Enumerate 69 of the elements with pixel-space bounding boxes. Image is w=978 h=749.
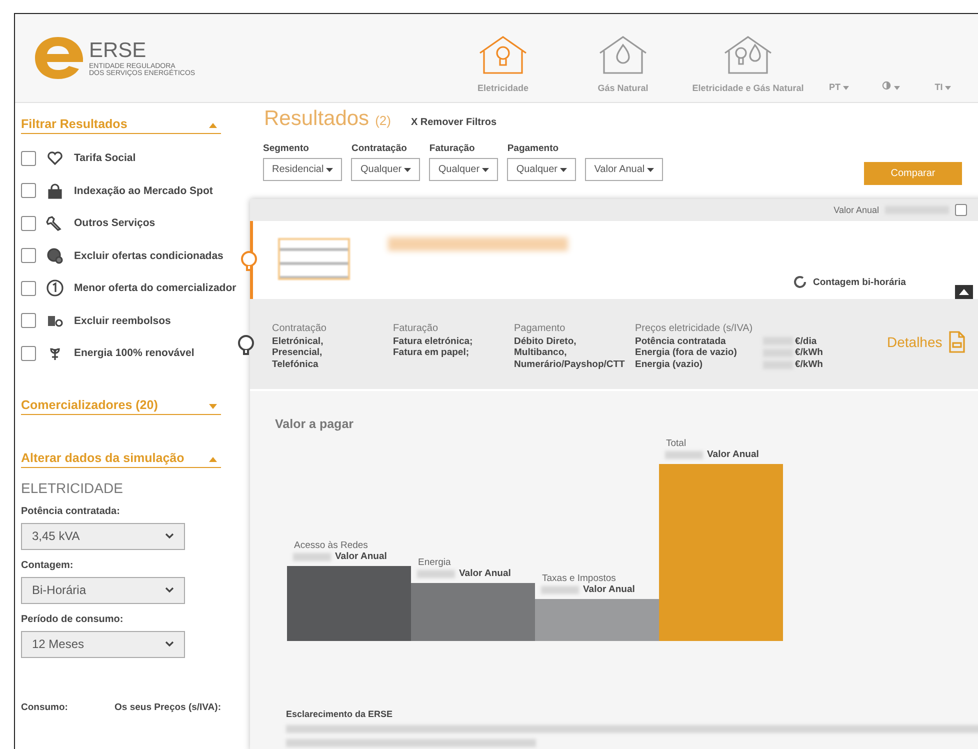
bar-value-label: Valor Anual: [583, 584, 635, 595]
field-label: Período de consumo:: [21, 614, 124, 624]
dropdown-label: Faturação: [429, 143, 476, 154]
detail-value: Numerário/Payshop/CTT: [514, 359, 626, 372]
menu-dropdown[interactable]: PT: [813, 82, 865, 93]
price-label: Potência contratada: [635, 336, 727, 348]
field-label: Os seus Preços (s/IVA):: [114, 702, 221, 712]
menu-dropdown[interactable]: TI: [917, 82, 969, 93]
select-field[interactable]: Bi-Horária: [21, 576, 185, 604]
filter-label: Outros Serviços: [74, 217, 156, 230]
detail-heading: Preços eletricidade (s/IVA): [635, 323, 754, 336]
detail-value: Presencial,: [272, 347, 324, 360]
note-title: Esclarecimento da ERSE: [286, 709, 394, 719]
section-header[interactable]: Alterar dados da simulação: [21, 450, 184, 464]
detail-value: Débito Direto,: [514, 336, 578, 348]
price-unit: €/kWh: [795, 359, 823, 372]
bar-label: Energia: [417, 557, 452, 568]
dropdown-label: Contratação: [351, 143, 408, 154]
dropdown-label: Segmento: [263, 143, 310, 154]
detail-heading: Pagamento: [514, 323, 566, 336]
filter-label: Menor oferta do comercializador: [74, 282, 236, 294]
dropdown[interactable]: Qualquer: [507, 158, 576, 181]
field-label: Potência contratada:: [21, 506, 121, 516]
remove-filters-link[interactable]: X Remover Filtros: [410, 117, 497, 128]
results-title: Resultados: [264, 107, 370, 131]
price-unit: €/dia: [795, 336, 817, 348]
detail-value: Telefónica: [272, 359, 320, 372]
dropdown[interactable]: Residencial: [263, 158, 342, 181]
filter-label: Excluir reembolsos: [74, 314, 171, 327]
bar-label: Taxas e Impostos: [541, 573, 617, 584]
field-label: Contagem:: [21, 560, 74, 570]
brand-name: ERSE: [89, 40, 148, 60]
dropdown[interactable]: Qualquer: [429, 158, 498, 181]
meter-type: Contagem bi-horária: [813, 276, 906, 288]
section-header[interactable]: Comercializadores (20): [21, 398, 158, 412]
bar-value-label: Valor Anual: [707, 449, 759, 460]
detail-value: Multibanco,: [514, 347, 568, 360]
select-field[interactable]: 12 Meses: [21, 630, 185, 658]
filter-label: Indexação ao Mercado Spot: [74, 184, 213, 197]
detail-heading: Contratação: [272, 323, 328, 336]
nav-tab[interactable]: Eletricidade e Gás Natural: [683, 35, 813, 93]
results-count: (2): [375, 113, 391, 128]
dropdown[interactable]: Qualquer: [351, 158, 420, 181]
bar-value-label: Valor Anual: [459, 568, 511, 579]
value-label: Valor Anual: [834, 205, 879, 215]
detail-value: Eletrónical,: [272, 336, 324, 348]
details-link[interactable]: Detalhes: [887, 331, 966, 353]
price-unit: €/kWh: [795, 347, 823, 360]
select-field[interactable]: 3,45 kVA: [21, 522, 185, 550]
bar-label: Acesso às Redes: [293, 540, 369, 551]
bar-value-label: Valor Anual: [335, 551, 387, 562]
price-label: Energia (fora de vazio): [635, 347, 738, 360]
chart-title: Valor a pagar: [275, 417, 355, 431]
detail-heading: Faturação: [393, 323, 440, 336]
filter-label: Excluir ofertas condicionadas: [74, 250, 224, 262]
section-header[interactable]: Filtrar Resultados: [21, 117, 128, 131]
filter-label: Tarifa Social: [74, 152, 136, 164]
dropdown-label: Pagamento: [507, 143, 560, 154]
detail-value: Fatura eletrónica;: [393, 336, 474, 348]
bar-label: Total: [665, 438, 688, 449]
detail-value: Fatura em papel;: [393, 347, 470, 360]
section-subtitle: ELETRICIDADE: [21, 480, 124, 496]
nav-tab[interactable]: Gás Natural: [563, 35, 683, 93]
compare-button[interactable]: Comparar: [864, 162, 962, 185]
filter-label: Energia 100% renovável: [74, 347, 194, 360]
price-label: Energia (vazio): [635, 359, 704, 372]
dropdown[interactable]: Valor Anual: [585, 158, 664, 181]
nav-tab[interactable]: Eletricidade: [443, 35, 563, 93]
field-label: Consumo:: [21, 702, 68, 712]
